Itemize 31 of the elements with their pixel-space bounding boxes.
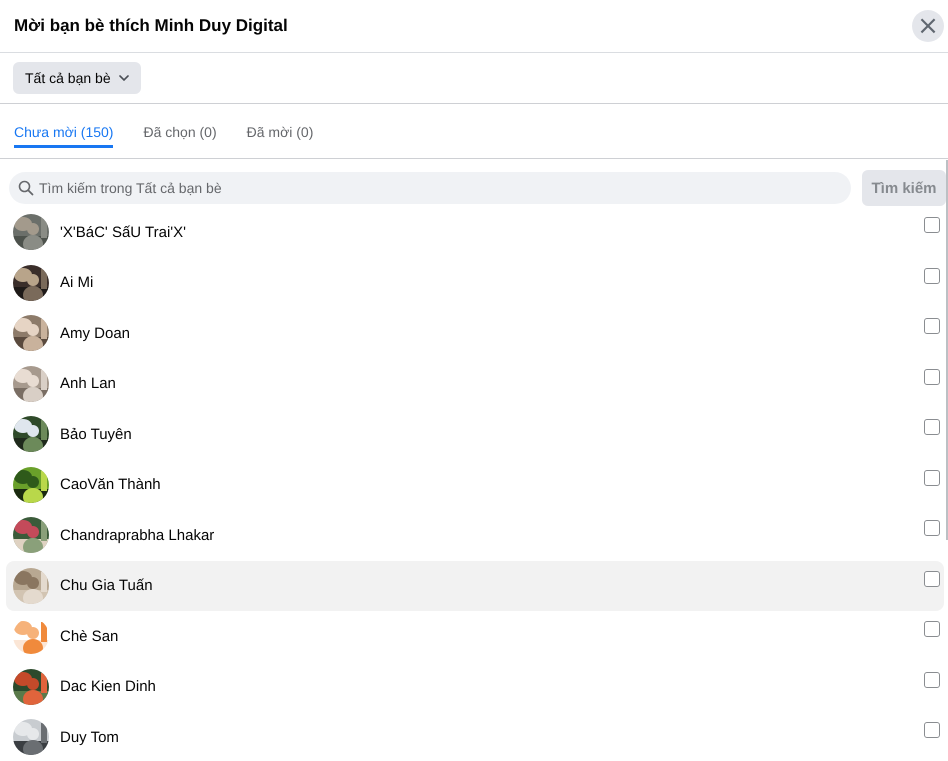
tab[interactable]: Chưa mời (150) [14, 104, 114, 148]
friend-name: CaoVăn Thành [60, 476, 162, 494]
friend-name: Amy Doan [60, 324, 132, 342]
checkbox[interactable] [924, 722, 940, 738]
close-button[interactable]: × [912, 10, 944, 42]
friend-name: Ai Mi [60, 274, 94, 292]
friend-name: Anh Lan [60, 375, 117, 392]
friend-name: Dac Kien Dinh [60, 678, 157, 696]
tab[interactable]: Đã chọn (0) [143, 104, 217, 158]
checkbox[interactable] [924, 318, 940, 334]
friend-row[interactable]: Chu Gia Tuấn [6, 560, 944, 611]
caret-icon [118, 75, 129, 81]
checkbox[interactable] [924, 419, 940, 436]
friend-name: Bảo Tuyên [60, 426, 133, 443]
friend-name: Chandraprabha Lhakar [60, 526, 216, 544]
friend-name: Chè San [60, 628, 120, 645]
friend-name: 'X'BáC' SấU Trai'X' [60, 224, 188, 241]
search-field[interactable]: Tìm kiếm trong Tất cả bạn bè [9, 172, 851, 204]
checkbox[interactable] [924, 217, 940, 234]
checkbox[interactable] [924, 570, 940, 587]
friend-name: Chu Gia Tuấn [60, 577, 154, 594]
filter-dropdown[interactable]: Tất cả bạn bè [13, 62, 141, 94]
checkbox[interactable] [924, 368, 940, 385]
friend-name: Duy Tom [60, 728, 120, 746]
checkbox[interactable] [924, 470, 940, 486]
checkbox[interactable] [924, 672, 940, 688]
checkbox[interactable] [924, 268, 940, 284]
tab[interactable]: Đã mời (0) [246, 104, 314, 158]
checkbox[interactable] [924, 621, 940, 638]
checkbox[interactable] [924, 520, 940, 536]
dialog-title: Mời bạn bè thích Minh Duy Digital [14, 16, 288, 36]
